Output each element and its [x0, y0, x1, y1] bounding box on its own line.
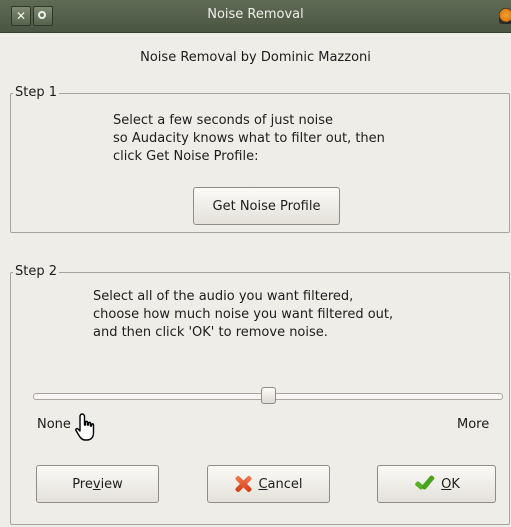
preview-label-suffix: iew: [100, 476, 123, 492]
audacity-icon: [499, 8, 511, 24]
cancel-button[interactable]: Cancel: [207, 465, 330, 503]
hand-cursor-icon: [75, 413, 95, 441]
step1-instructions: Select a few seconds of just noise so Au…: [113, 113, 385, 164]
preview-label-prefix: Pre: [72, 476, 93, 492]
noise-removal-dialog: ✕ Noise Removal Noise Removal by Dominic…: [0, 0, 511, 527]
cancel-label-suffix: ancel: [267, 476, 303, 492]
checkmark-icon: [413, 475, 435, 493]
ok-label: OK: [441, 477, 460, 492]
step1-legend: Step 1: [13, 85, 60, 100]
cancel-label: Cancel: [258, 477, 302, 492]
ok-label-suffix: K: [451, 476, 460, 492]
slider-max-label: More: [457, 417, 490, 432]
dialog-heading: Noise Removal by Dominic Mazzoni: [140, 50, 371, 65]
ok-mnemonic: O: [441, 476, 452, 492]
preview-button[interactable]: Preview: [36, 465, 159, 503]
step2-instructions: Select all of the audio you want filtere…: [93, 289, 394, 340]
window-title: Noise Removal: [207, 7, 304, 22]
ok-button[interactable]: OK: [377, 465, 496, 503]
x-icon: [234, 475, 252, 493]
title-bar[interactable]: ✕ Noise Removal: [0, 0, 511, 33]
preview-mnemonic: v: [92, 476, 101, 492]
preview-label: Preview: [72, 477, 123, 492]
step2-legend: Step 2: [13, 264, 60, 279]
get-noise-profile-button[interactable]: Get Noise Profile: [193, 187, 340, 225]
slider-min-label: None: [37, 417, 71, 432]
cancel-mnemonic: C: [258, 476, 268, 492]
noise-reduction-slider-thumb[interactable]: [261, 387, 276, 404]
